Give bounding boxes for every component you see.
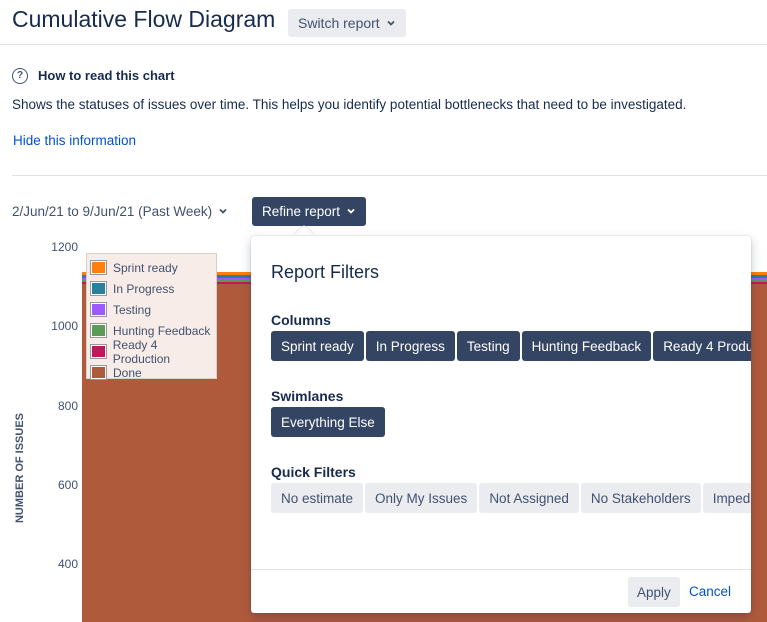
y-axis-label: NUMBER OF ISSUES bbox=[14, 412, 27, 524]
switch-report-label: Switch report bbox=[298, 15, 380, 31]
page-title: Cumulative Flow Diagram bbox=[12, 6, 276, 32]
y-tick-label: 400 bbox=[57, 557, 78, 571]
quick-filter-chips: No estimate Only My Issues Not Assigned … bbox=[271, 483, 751, 513]
columns-heading: Columns bbox=[271, 312, 331, 328]
date-range-picker[interactable]: 2/Jun/21 to 9/Jun/21 (Past Week) bbox=[12, 204, 228, 219]
hide-information-link[interactable]: Hide this information bbox=[13, 133, 136, 148]
legend-item: Ready 4 Production bbox=[90, 338, 216, 366]
legend-label: Sprint ready bbox=[113, 260, 178, 275]
info-description: Shows the statuses of issues over time. … bbox=[12, 97, 687, 112]
quick-filter-no-estimate[interactable]: No estimate bbox=[271, 483, 364, 513]
columns-chips: Sprint ready In Progress Testing Hunting… bbox=[271, 331, 751, 361]
quick-filters-heading: Quick Filters bbox=[271, 464, 356, 480]
date-range-label: 2/Jun/21 to 9/Jun/21 (Past Week) bbox=[12, 204, 213, 219]
swimlane-chip-everything-else[interactable]: Everything Else bbox=[271, 407, 385, 437]
divider bbox=[12, 175, 767, 176]
report-filters-panel: Report Filters Columns Sprint ready In P… bbox=[251, 236, 751, 613]
quick-filter-only-my-issues[interactable]: Only My Issues bbox=[365, 483, 478, 513]
refine-report-button[interactable]: Refine report bbox=[252, 197, 367, 226]
column-chip-testing[interactable]: Testing bbox=[456, 331, 520, 361]
chevron-down-icon bbox=[218, 204, 228, 219]
legend-item: In Progress bbox=[90, 278, 216, 299]
switch-report-button[interactable]: Switch report bbox=[288, 9, 406, 37]
y-tick-label: 800 bbox=[57, 399, 78, 413]
legend-swatch bbox=[90, 302, 107, 317]
legend-label: Hunting Feedback bbox=[113, 323, 211, 338]
y-tick-label: 600 bbox=[57, 478, 78, 492]
column-chip-in-progress[interactable]: In Progress bbox=[365, 331, 455, 361]
legend-swatch bbox=[90, 260, 107, 275]
legend-label: Testing bbox=[113, 302, 152, 317]
panel-footer-divider bbox=[251, 569, 751, 570]
panel-title: Report Filters bbox=[271, 262, 380, 282]
legend-label: In Progress bbox=[113, 281, 175, 296]
y-tick-label: 1200 bbox=[51, 240, 78, 254]
chart-legend: Sprint ready In Progress Testing Hunting… bbox=[86, 253, 217, 380]
column-chip-sprint-ready[interactable]: Sprint ready bbox=[271, 331, 364, 361]
legend-item: Testing bbox=[90, 299, 216, 320]
info-heading: How to read this chart bbox=[38, 68, 175, 83]
quick-filter-no-stakeholders[interactable]: No Stakeholders bbox=[580, 483, 701, 513]
legend-swatch bbox=[90, 344, 107, 359]
swimlanes-chips: Everything Else bbox=[271, 407, 385, 437]
legend-swatch bbox=[90, 323, 107, 338]
column-chip-ready-4-production[interactable]: Ready 4 Production bbox=[653, 331, 751, 361]
quick-filter-not-assigned[interactable]: Not Assigned bbox=[479, 483, 579, 513]
legend-swatch bbox=[90, 281, 107, 296]
legend-label: Ready 4 Production bbox=[112, 337, 171, 366]
chevron-down-icon bbox=[386, 15, 396, 31]
cancel-link[interactable]: Cancel bbox=[689, 584, 731, 599]
refine-report-label: Refine report bbox=[262, 204, 341, 219]
legend-item: Sprint ready bbox=[90, 257, 216, 278]
page-header: Cumulative Flow Diagram Switch report bbox=[0, 0, 767, 45]
column-chip-hunting-feedback[interactable]: Hunting Feedback bbox=[521, 331, 652, 361]
legend-label: Done bbox=[113, 365, 142, 380]
quick-filter-impediments[interactable]: Impediments bbox=[702, 483, 751, 513]
chevron-down-icon bbox=[346, 204, 356, 219]
y-tick-label: 1000 bbox=[51, 319, 78, 333]
question-icon: ? bbox=[12, 68, 28, 84]
swimlanes-heading: Swimlanes bbox=[271, 388, 344, 404]
apply-button[interactable]: Apply bbox=[628, 577, 680, 607]
legend-swatch bbox=[90, 365, 107, 380]
